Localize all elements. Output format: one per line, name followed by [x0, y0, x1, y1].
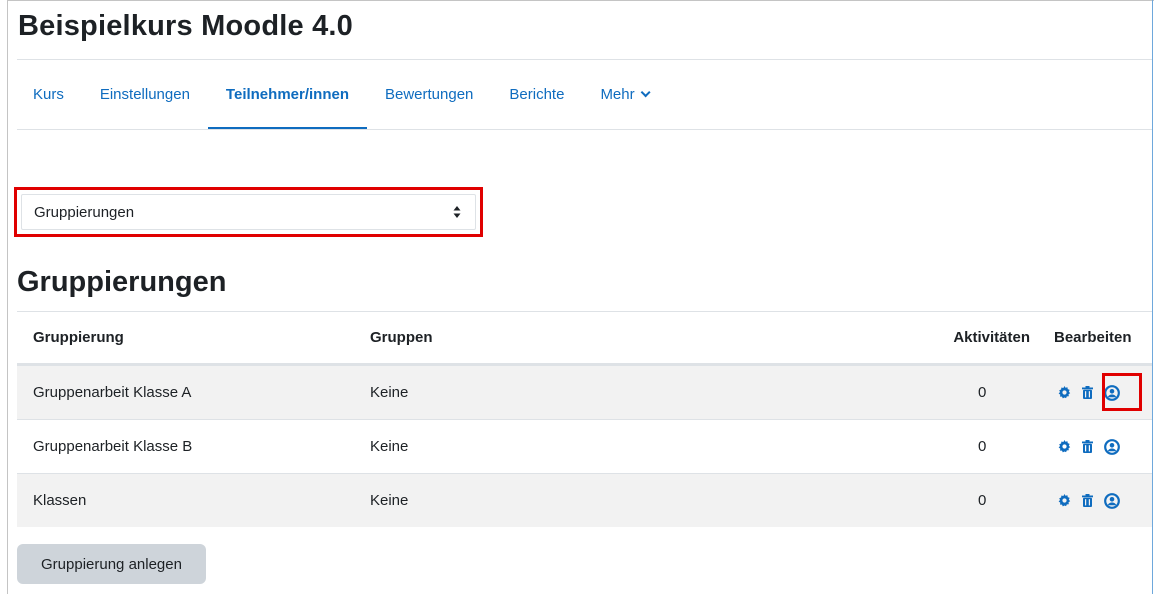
header-aktivitaeten: Aktivitäten	[953, 329, 1030, 346]
groupings-table: Gruppierung Gruppen Aktivitäten Bearbeit…	[17, 311, 1152, 527]
tab-label: Teilnehmer/innen	[225, 86, 349, 103]
chevron-down-icon	[640, 87, 651, 98]
tab-einstellungen[interactable]: Einstellungen	[82, 60, 208, 129]
window-border-top	[7, 0, 1154, 1]
row-actions	[1058, 420, 1120, 473]
gear-icon[interactable]	[1058, 440, 1071, 453]
grouping-name: Gruppenarbeit Klasse A	[33, 384, 192, 401]
divider	[17, 129, 1152, 130]
window-border-right	[1152, 0, 1153, 594]
gear-icon[interactable]	[1058, 494, 1071, 507]
user-icon[interactable]	[1104, 492, 1120, 509]
window-border-left	[7, 0, 8, 594]
header-bearbeiten: Bearbeiten	[1054, 329, 1132, 346]
secondary-navigation: Kurs Einstellungen Teilnehmer/innen Bewe…	[17, 60, 665, 130]
highlight-box-select: Gruppierungen	[14, 187, 483, 237]
grouping-groups: Keine	[370, 384, 409, 401]
trash-icon[interactable]	[1082, 440, 1093, 453]
grouping-activities: 0	[978, 492, 987, 509]
sort-arrows-icon	[453, 206, 461, 218]
highlight-box-members-icon	[1102, 373, 1142, 411]
row-actions	[1058, 474, 1120, 527]
select-value: Gruppierungen	[34, 203, 135, 221]
tab-label: Bewertungen	[385, 86, 474, 103]
create-grouping-button[interactable]: Gruppierung anlegen	[17, 544, 206, 584]
grouping-groups: Keine	[370, 492, 409, 509]
table-row: Gruppenarbeit Klasse B Keine 0	[17, 419, 1152, 473]
table-header-row: Gruppierung Gruppen Aktivitäten Bearbeit…	[17, 311, 1152, 365]
grouping-groups: Keine	[370, 438, 409, 455]
trash-icon[interactable]	[1082, 386, 1093, 399]
grouping-activities: 0	[978, 384, 987, 401]
tab-bewertungen[interactable]: Bewertungen	[367, 60, 491, 129]
tab-teilnehmer[interactable]: Teilnehmer/innen	[207, 60, 368, 130]
user-icon[interactable]	[1104, 438, 1120, 455]
tab-label: Kurs	[33, 86, 64, 103]
course-title: Beispielkurs Moodle 4.0	[18, 10, 353, 42]
gear-icon[interactable]	[1058, 386, 1071, 399]
trash-icon[interactable]	[1082, 494, 1093, 507]
table-row: Gruppenarbeit Klasse A Keine 0	[17, 365, 1152, 419]
grouping-name: Gruppenarbeit Klasse B	[33, 438, 193, 455]
group-navigation-select[interactable]: Gruppierungen	[21, 194, 476, 230]
tab-berichte[interactable]: Berichte	[491, 60, 582, 129]
grouping-name: Klassen	[33, 492, 87, 509]
tab-kurs[interactable]: Kurs	[17, 60, 82, 129]
grouping-activities: 0	[978, 438, 987, 455]
tab-label: Mehr	[600, 86, 635, 103]
header-gruppierung: Gruppierung	[33, 329, 124, 346]
tab-mehr[interactable]: Mehr	[582, 60, 664, 129]
tab-label: Einstellungen	[99, 86, 190, 103]
header-gruppen: Gruppen	[370, 329, 433, 346]
page-heading: Gruppierungen	[17, 266, 227, 298]
tab-label: Berichte	[509, 86, 565, 103]
table-row: Klassen Keine 0	[17, 473, 1152, 527]
